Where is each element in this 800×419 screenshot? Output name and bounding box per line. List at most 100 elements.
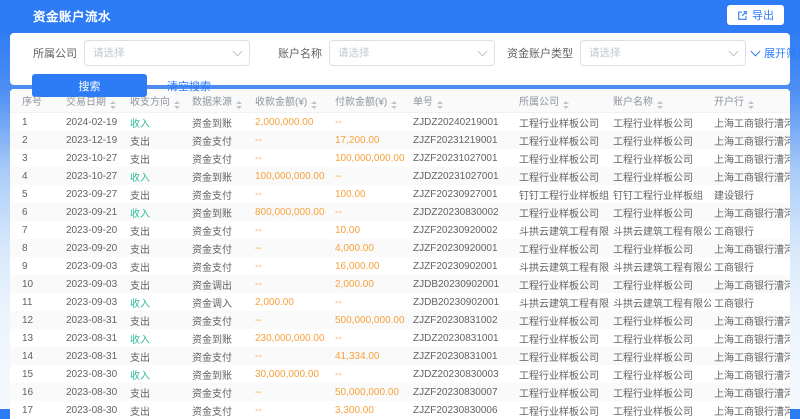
company-filter-input[interactable] [93,47,228,59]
column-label: 所属公司 [519,97,559,108]
sort-caret-icon[interactable] [311,101,317,109]
column-header-payment[interactable]: 付款金额(¥) [332,89,410,113]
table-row: 162023-08-30支出资金支付--50,000,000.00ZJZF202… [10,383,790,401]
sort-caret-icon[interactable] [563,101,569,109]
account-name-filter-input[interactable] [338,47,473,59]
sort-caret-icon[interactable] [391,101,397,109]
account-name-filter-label: 账户名称 [278,45,322,61]
cell-bank: 上海工商银行漕河泾支行 [711,311,790,329]
cell-date: 2023-08-30 [63,365,127,383]
cell-bank: 上海工商银行漕河泾支行 [711,401,790,419]
filter-panel: 所属公司 账户名称 资金账户类型 展开筛选 搜索 清空搜索 [10,33,790,85]
cell-direction: 支出 [127,401,189,419]
table-row: 102023-09-03支出资金调出--2,000.00ZJDB20230902… [10,275,790,293]
cell-source: 资金调出 [189,275,252,293]
cell-no: 9 [10,257,63,275]
account-type-filter-input[interactable] [589,47,724,59]
cell-date: 2023-09-27 [63,185,127,203]
cell-no: 6 [10,203,63,221]
column-header-company[interactable]: 所属公司 [516,89,610,113]
cell-direction: 支出 [127,221,189,239]
table-row: 132023-08-31收入资金到账230,000,000.00--ZJDZ20… [10,329,790,347]
cell-income: 230,000,000.00 [252,329,332,347]
cell-no: 11 [10,293,63,311]
cell-income: -- [252,149,332,167]
column-header-income[interactable]: 收款金额(¥) [252,89,332,113]
column-header-source[interactable]: 数据来源 [189,89,252,113]
cell-company: 钉钉工程行业样板组 [516,185,610,203]
table-row: 72023-09-20支出资金支付--10.00ZJZF20230920002斗… [10,221,790,239]
chevron-down-icon [478,47,488,57]
cell-date: 2023-12-19 [63,131,127,149]
cell-account: 工程行业样板公司 [610,131,711,149]
cell-no: 13 [10,329,63,347]
cell-source: 资金支付 [189,221,252,239]
cell-income: -- [252,383,332,401]
cell-source: 资金支付 [189,401,252,419]
cell-order_no: ZJDZ20230830002 [410,203,516,221]
cell-date: 2023-10-27 [63,149,127,167]
cell-bank: 上海工商银行漕河泾支行 [711,347,790,365]
cell-direction: 支出 [127,131,189,149]
company-filter-select[interactable] [84,40,250,66]
cell-no: 15 [10,365,63,383]
flow-table: 序号交易日期收支方向数据来源收款金额(¥)付款金额(¥)单号所属公司账户名称开户… [10,89,790,419]
table-row: 112023-09-03收入资金调入2,000.00--ZJDB20230902… [10,293,790,311]
column-label: 开户行 [714,97,744,108]
sort-caret-icon[interactable] [110,101,116,109]
table-row: 12024-02-19收入资金到账2,000,000.00--ZJDZ20240… [10,113,790,132]
cell-account: 工程行业样板公司 [610,113,711,132]
cell-order_no: ZJDZ20231027001 [410,167,516,185]
cell-payment: 16,000.00 [332,257,410,275]
cell-company: 斗拱云建筑工程有限公司 [516,257,610,275]
cell-income: -- [252,221,332,239]
cell-direction: 支出 [127,311,189,329]
column-header-direction[interactable]: 收支方向 [127,89,189,113]
cell-order_no: ZJDB20230902001 [410,275,516,293]
cell-direction: 收入 [127,329,189,347]
cell-company: 工程行业样板公司 [516,365,610,383]
account-name-filter-select[interactable] [329,40,495,66]
sort-caret-icon[interactable] [748,101,754,109]
cell-account: 工程行业样板公司 [610,347,711,365]
filter-row: 所属公司 账户名称 资金账户类型 展开筛选 [10,40,790,66]
column-label: 单号 [413,97,433,108]
cell-source: 资金支付 [189,149,252,167]
sort-caret-icon[interactable] [657,101,663,109]
table-body: 12024-02-19收入资金到账2,000,000.00--ZJDZ20240… [10,113,790,419]
cell-account: 工程行业样板公司 [610,401,711,419]
account-type-filter-select[interactable] [580,40,746,66]
sort-caret-icon[interactable] [174,101,180,109]
cell-order_no: ZJZF20230830007 [410,383,516,401]
page-title: 资金账户流水 [33,6,727,25]
cell-no: 3 [10,149,63,167]
clear-search-button[interactable]: 清空搜索 [161,77,217,95]
column-header-account[interactable]: 账户名称 [610,89,711,113]
cell-account: 工程行业样板公司 [610,383,711,401]
sort-caret-icon[interactable] [437,101,443,109]
column-label: 收款金额(¥) [255,97,307,108]
expand-filters-link[interactable]: 展开筛选 [746,44,800,62]
cell-date: 2023-08-30 [63,383,127,401]
cell-order_no: ZJZF20230927001 [410,185,516,203]
cell-order_no: ZJZF20230830006 [410,401,516,419]
export-button[interactable]: 导出 [727,5,784,25]
cell-no: 12 [10,311,63,329]
column-header-order_no[interactable]: 单号 [410,89,516,113]
cell-order_no: ZJDZ20230830003 [410,365,516,383]
cell-no: 5 [10,185,63,203]
cell-account: 工程行业样板公司 [610,239,711,257]
cell-direction: 收入 [127,293,189,311]
cell-company: 工程行业样板公司 [516,329,610,347]
company-filter-label: 所属公司 [33,45,77,61]
cell-income: 30,000,000.00 [252,365,332,383]
cell-account: 斗拱云建筑工程有限公司 [610,293,711,311]
cell-no: 8 [10,239,63,257]
cell-no: 2 [10,131,63,149]
column-header-bank[interactable]: 开户行 [711,89,790,113]
cell-source: 资金调入 [189,293,252,311]
cell-bank: 上海工商银行漕河泾支行 [711,275,790,293]
cell-payment: 100,000,000.00 [332,149,410,167]
cell-no: 16 [10,383,63,401]
sort-caret-icon[interactable] [236,101,242,109]
